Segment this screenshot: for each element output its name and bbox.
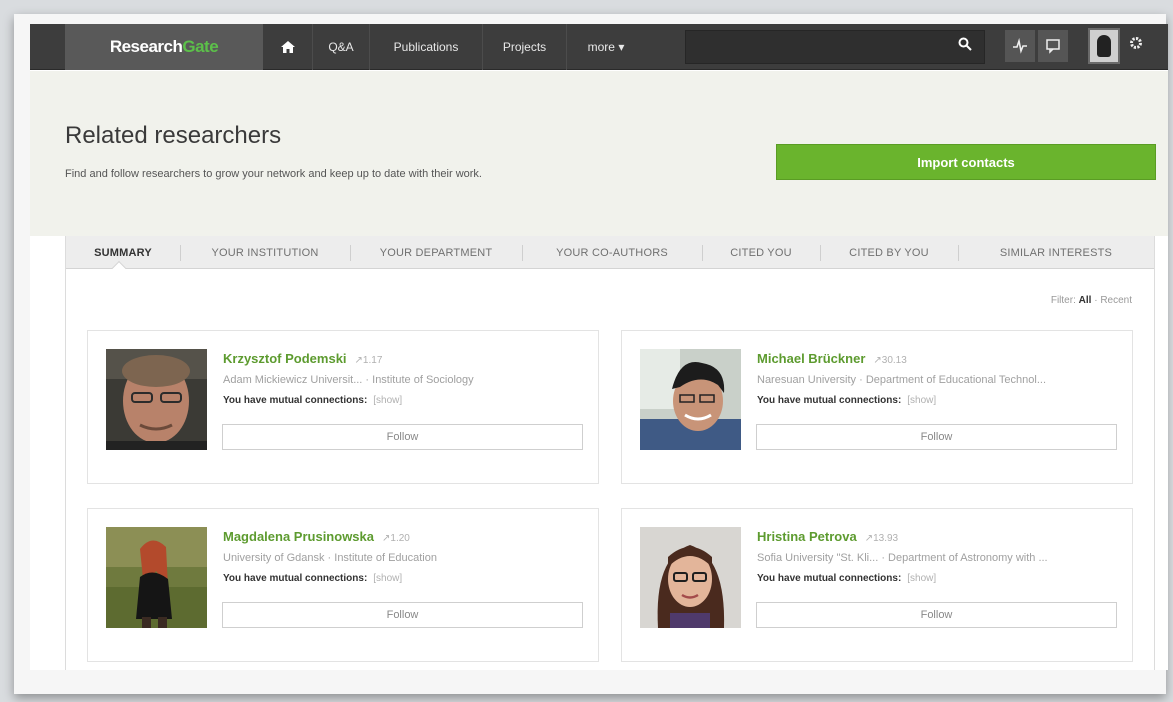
mutual-connections-label: You have mutual connections: [223, 395, 368, 406]
activity-button[interactable] [1005, 30, 1035, 62]
researcher-affiliation: University of Gdansk · Institute of Educ… [223, 552, 437, 564]
search-input[interactable] [685, 30, 985, 64]
researcher-affiliation: Adam Mickiewicz Universit... · Institute… [223, 374, 474, 386]
nav-home[interactable] [263, 24, 313, 70]
researchers-panel: SUMMARY YOUR INSTITUTION YOUR DEPARTMENT… [65, 236, 1155, 670]
researchgate-logo[interactable]: Research Gate [65, 24, 263, 70]
messages-button[interactable] [1038, 30, 1068, 62]
mutual-connections-label: You have mutual connections: [757, 573, 902, 584]
researcher-name-text: Michael Brückner [757, 351, 866, 366]
tab-cited-you[interactable]: CITED YOU [702, 236, 820, 269]
researcher-photo[interactable] [106, 527, 207, 628]
activity-icon [1013, 38, 1027, 54]
follow-button[interactable]: Follow [222, 424, 583, 450]
tab-cited-by-you[interactable]: CITED BY YOU [820, 236, 958, 269]
logo-text-research: Research [109, 37, 183, 56]
follow-button[interactable]: Follow [222, 602, 583, 628]
tab-your-institution[interactable]: YOUR INSTITUTION [180, 236, 350, 269]
researcher-score: ↗13.93 [864, 533, 899, 544]
filter-recent[interactable]: Recent [1100, 295, 1132, 306]
home-icon [280, 41, 295, 53]
researcher-name[interactable]: Michael Brückner ↗30.13 [757, 351, 907, 366]
logo-text-gate: Gate [182, 37, 219, 56]
researcher-affiliation: Naresuan University · Department of Educ… [757, 374, 1046, 386]
researcher-card: Michael Brückner ↗30.13 Naresuan Universi… [621, 330, 1133, 484]
researcher-card: Magdalena Prusinowska ↗1.20 University of… [87, 508, 599, 662]
show-connections-link[interactable]: [show] [373, 395, 402, 406]
nav-more-menu[interactable]: more ▾ [567, 24, 645, 70]
tab-your-department[interactable]: YOUR DEPARTMENT [350, 236, 522, 269]
researcher-name-text: Krzysztof Podemski [223, 351, 347, 366]
top-nav: Research Gate Q&A Publications Projects m… [30, 24, 1168, 70]
show-connections-link[interactable]: [show] [373, 573, 402, 584]
filter-all[interactable]: All [1079, 295, 1092, 306]
mutual-connections: You have mutual connections: [show] [757, 573, 936, 584]
tab-bar: SUMMARY YOUR INSTITUTION YOUR DEPARTMENT… [66, 236, 1154, 269]
mutual-connections: You have mutual connections: [show] [223, 395, 402, 406]
filter-separator: · [1094, 295, 1098, 306]
profile-avatar[interactable] [1088, 28, 1120, 64]
researcher-photo[interactable] [640, 349, 741, 450]
import-contacts-button[interactable]: Import contacts [776, 144, 1156, 180]
nav-projects[interactable]: Projects [483, 24, 567, 70]
mutual-connections: You have mutual connections: [show] [223, 573, 402, 584]
researcher-score: ↗30.13 [873, 355, 907, 366]
mutual-connections-label: You have mutual connections: [223, 573, 368, 584]
page-subtitle: Find and follow researchers to grow your… [65, 168, 482, 180]
message-icon [1046, 39, 1060, 54]
mutual-connections: You have mutual connections: [show] [757, 395, 936, 406]
tab-similar-interests[interactable]: SIMILAR INTERESTS [958, 236, 1154, 269]
search-icon[interactable] [955, 37, 975, 57]
researcher-name-text: Hristina Petrova [757, 529, 857, 544]
researcher-photo[interactable] [640, 527, 741, 628]
page-title: Related researchers [65, 122, 282, 149]
researcher-name-text: Magdalena Prusinowska [223, 529, 374, 544]
browser-window: Research Gate Q&A Publications Projects m… [30, 24, 1168, 670]
researcher-affiliation: Sofia University "St. Kli... · Departmen… [757, 552, 1048, 564]
researcher-card: Krzysztof Podemski ↗1.17 Adam Mickiewicz … [87, 330, 599, 484]
nav-qa[interactable]: Q&A [313, 24, 370, 70]
show-connections-link[interactable]: [show] [907, 573, 936, 584]
filter-label: Filter: [1050, 295, 1076, 306]
researcher-name[interactable]: Magdalena Prusinowska ↗1.20 [223, 529, 410, 544]
researcher-card: Hristina Petrova ↗13.93 Sofia University … [621, 508, 1133, 662]
researcher-photo[interactable] [106, 349, 207, 450]
show-connections-link[interactable]: [show] [907, 395, 936, 406]
avatar-silhouette [1097, 35, 1111, 57]
researcher-score: ↗1.17 [354, 355, 383, 366]
researcher-score: ↗1.20 [382, 533, 410, 544]
follow-button[interactable]: Follow [756, 602, 1117, 628]
researcher-name[interactable]: Hristina Petrova ↗13.93 [757, 529, 898, 544]
gear-icon[interactable] [1124, 34, 1148, 58]
researcher-name[interactable]: Krzysztof Podemski ↗1.17 [223, 351, 382, 366]
nav-publications[interactable]: Publications [370, 24, 483, 70]
mutual-connections-label: You have mutual connections: [757, 395, 902, 406]
filter-bar: Filter: All · Recent [1051, 295, 1132, 306]
tab-your-co-authors[interactable]: YOUR CO-AUTHORS [522, 236, 702, 269]
follow-button[interactable]: Follow [756, 424, 1117, 450]
